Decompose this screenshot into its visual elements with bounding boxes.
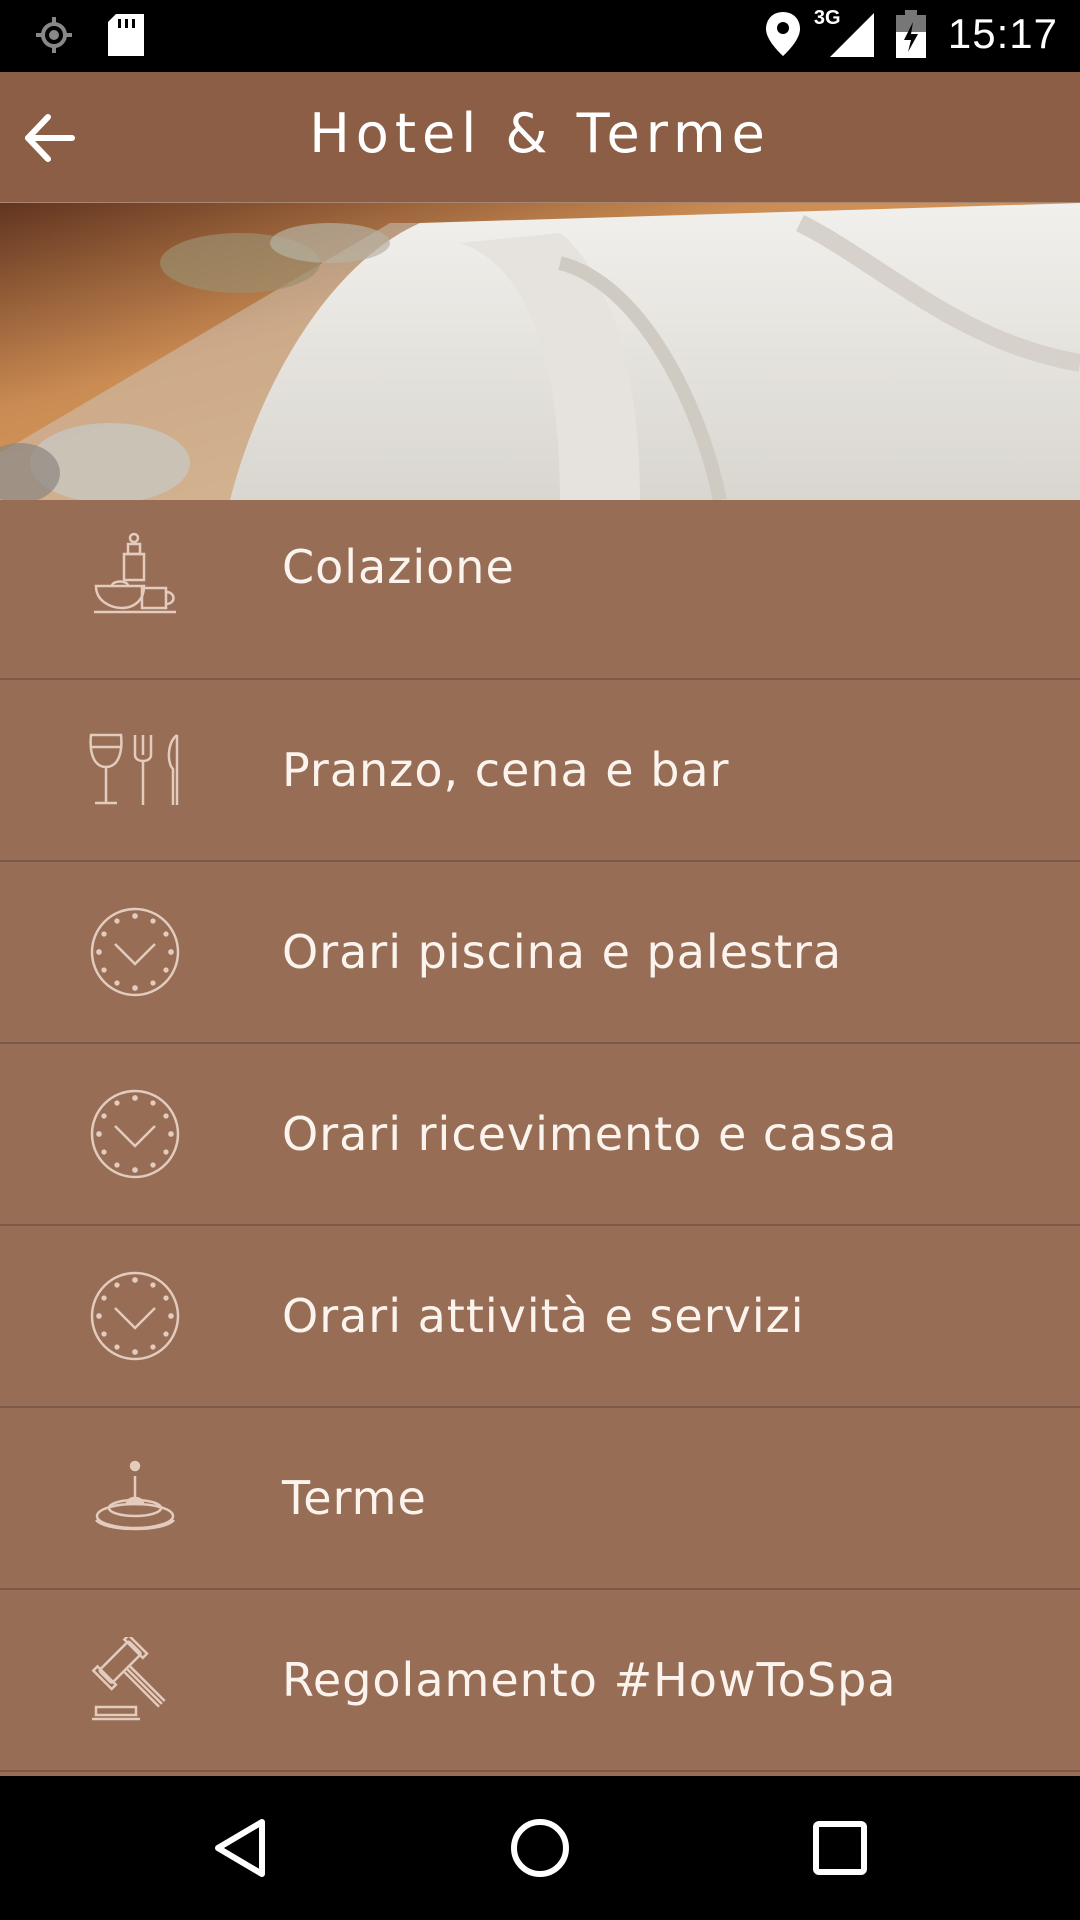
app-bar: Hotel & Terme bbox=[0, 72, 1080, 203]
menu-item-label: Orari attività e servizi bbox=[282, 1289, 805, 1343]
page-title: Hotel & Terme bbox=[309, 102, 771, 165]
menu-item-label: Orari ricevimento e cassa bbox=[282, 1107, 898, 1161]
menu-item-regolamento[interactable]: Regolamento #HowToSpa bbox=[0, 1590, 1080, 1772]
hero-image bbox=[0, 203, 1080, 500]
menu-item-orari-attivita[interactable]: Orari attività e servizi bbox=[0, 1226, 1080, 1408]
status-bar: 3G 15:17 bbox=[0, 0, 1080, 72]
gavel-icon bbox=[85, 1590, 185, 1770]
signal-icon: 3G bbox=[814, 7, 874, 57]
menu-item-colazione[interactable]: Colazione bbox=[0, 500, 1080, 680]
recents-square-icon bbox=[810, 1818, 870, 1882]
clock-icon bbox=[85, 1044, 185, 1224]
battery-icon bbox=[895, 10, 926, 58]
back-triangle-icon bbox=[210, 1816, 270, 1884]
menu-item-orari-piscina[interactable]: Orari piscina e palestra bbox=[0, 862, 1080, 1044]
clock-icon bbox=[85, 862, 185, 1042]
dining-icon bbox=[85, 680, 185, 860]
menu-item-label: Regolamento #HowToSpa bbox=[282, 1653, 897, 1707]
system-nav-bar bbox=[0, 1776, 1080, 1920]
menu-item-orari-ricevimento[interactable]: Orari ricevimento e cassa bbox=[0, 1044, 1080, 1226]
clock-time: 15:17 bbox=[947, 10, 1058, 57]
clock-icon bbox=[85, 1226, 185, 1406]
menu-list: Colazione Pranzo, cena e bar Orari pisci… bbox=[0, 500, 1080, 1772]
nav-home-button[interactable] bbox=[500, 1810, 580, 1890]
menu-item-label: Orari piscina e palestra bbox=[282, 925, 843, 979]
menu-item-terme[interactable]: Terme bbox=[0, 1408, 1080, 1590]
nav-recents-button[interactable] bbox=[800, 1810, 880, 1890]
menu-item-label: Terme bbox=[282, 1471, 427, 1525]
menu-item-pranzo[interactable]: Pranzo, cena e bar bbox=[0, 680, 1080, 862]
breakfast-icon bbox=[85, 500, 185, 710]
sd-card-icon bbox=[108, 14, 144, 56]
location-icon bbox=[765, 12, 800, 56]
water-drop-icon bbox=[85, 1408, 185, 1588]
gps-icon bbox=[34, 15, 74, 55]
menu-item-label: Pranzo, cena e bar bbox=[282, 743, 730, 797]
nav-back-button[interactable] bbox=[200, 1810, 280, 1890]
home-circle-icon bbox=[508, 1816, 572, 1884]
